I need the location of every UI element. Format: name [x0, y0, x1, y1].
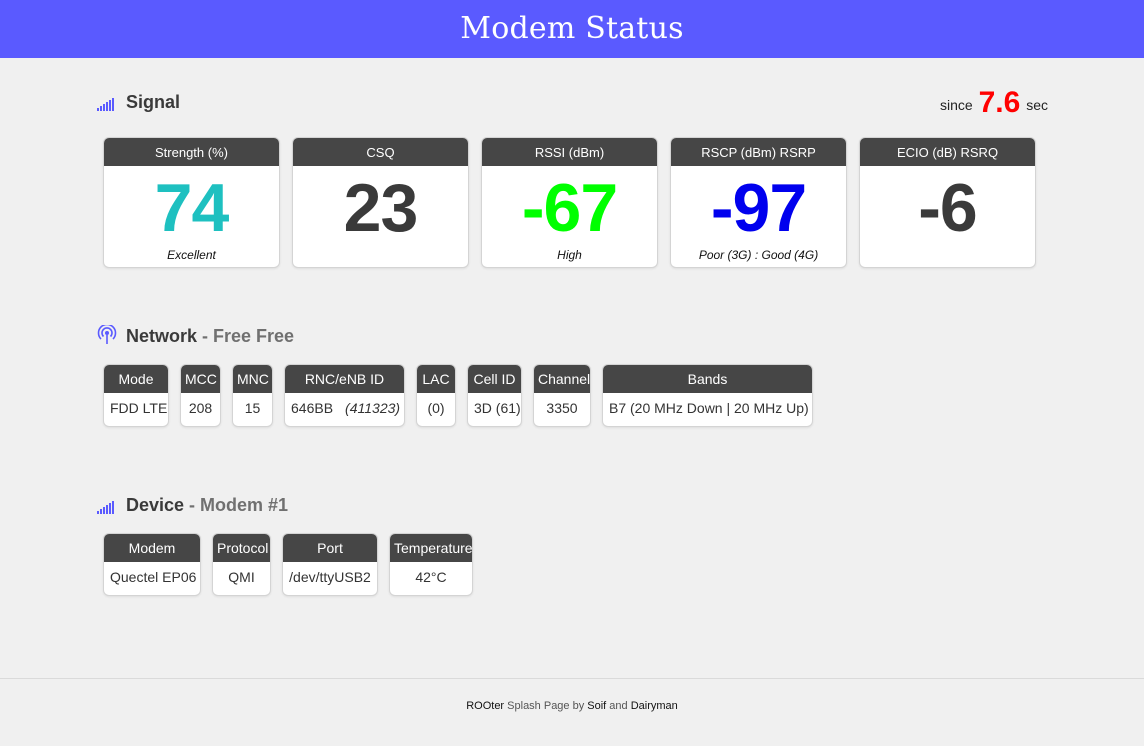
field-value: B7 (20 MHz Down | 20 MHz Up): [609, 400, 809, 416]
footer-soif-link[interactable]: Soif: [587, 700, 606, 712]
signal-cards: Strength (%) 74 Excellent CSQ 23 RSSI (d…: [103, 137, 1036, 268]
signal-card-csq: CSQ 23: [292, 137, 469, 268]
network-separator: -: [197, 326, 214, 346]
field-label: MNC: [233, 365, 272, 393]
field-label: Cell ID: [468, 365, 521, 393]
card-note: High: [557, 248, 582, 262]
field-value: 646BB: [291, 400, 334, 416]
footer: ROOter Splash Page by Soif and Dairyman: [0, 678, 1144, 746]
field-value: 42°C: [415, 569, 447, 585]
field-label: RNC/eNB ID: [285, 365, 404, 393]
signal-bars-icon: [97, 95, 117, 111]
device-section-title: Device - Modem #1: [97, 495, 288, 516]
since-suffix: sec: [1026, 97, 1048, 113]
footer-rooter-link[interactable]: ROOter: [466, 700, 504, 712]
network-section-title: Network - Free Free: [97, 324, 295, 347]
field-mcc: MCC 208: [180, 364, 221, 427]
network-fields: Mode FDD LTE MCC 208 MNC 15 RNC/eNB ID 6…: [103, 364, 813, 427]
card-note: [293, 248, 468, 264]
signal-bars-icon: [97, 498, 117, 514]
field-mnc: MNC 15: [232, 364, 273, 427]
card-value: -97: [710, 170, 807, 246]
card-note: [860, 248, 1035, 264]
field-label: Port: [283, 534, 377, 562]
field-value-group: 646BB (411323): [285, 393, 404, 423]
card-note: Poor (3G) : Good (4G): [698, 248, 819, 262]
page-title: Modem Status: [460, 11, 684, 46]
signal-section-title: Signal: [97, 92, 180, 113]
field-port: Port /dev/ttyUSB2: [282, 533, 378, 596]
signal-card-rssi: RSSI (dBm) -67 High: [481, 137, 658, 268]
signal-heading: Signal: [126, 92, 181, 112]
device-fields: Modem Quectel EP06 Protocol QMI Port /de…: [103, 533, 473, 596]
field-value: FDD LTE: [110, 400, 168, 416]
field-value: QMI: [228, 569, 255, 585]
field-modem: Modem Quectel EP06: [103, 533, 201, 596]
since-prefix: since: [940, 97, 973, 113]
card-label: CSQ: [293, 138, 468, 166]
header-bar: Modem Status: [0, 0, 1144, 58]
card-note: Excellent: [167, 248, 216, 262]
antenna-icon: [97, 324, 117, 345]
field-label: Temperature: [390, 534, 472, 562]
card-value: 23: [343, 170, 419, 246]
field-cell-id: Cell ID 3D (61): [467, 364, 522, 427]
footer-dairyman-link[interactable]: Dairyman: [631, 700, 678, 712]
field-label: Mode: [104, 365, 168, 393]
field-label: Protocol: [213, 534, 270, 562]
card-label: Strength (%): [104, 138, 279, 166]
since-value: 7.6: [978, 86, 1021, 119]
card-label: RSSI (dBm): [482, 138, 657, 166]
field-value-secondary: (411323): [345, 400, 401, 416]
field-channel: Channel 3350: [533, 364, 591, 427]
field-protocol: Protocol QMI: [212, 533, 271, 596]
device-name: Modem #1: [200, 495, 289, 515]
field-value: 208: [188, 400, 213, 416]
field-value: Quectel EP06: [110, 569, 197, 585]
field-mode: Mode FDD LTE: [103, 364, 169, 427]
card-label: ECIO (dB) RSRQ: [860, 138, 1035, 166]
field-value: 3D (61): [474, 400, 521, 416]
field-lac: LAC (0): [416, 364, 456, 427]
field-label: LAC: [417, 365, 455, 393]
signal-card-strength: Strength (%) 74 Excellent: [103, 137, 280, 268]
since-timer: since 7.6 sec: [940, 86, 1048, 120]
card-value: -6: [918, 170, 977, 246]
field-label: MCC: [181, 365, 220, 393]
field-value: 3350: [546, 400, 578, 416]
field-temperature: Temperature 42°C: [389, 533, 473, 596]
signal-card-rscp: RSCP (dBm) RSRP -97 Poor (3G) : Good (4G…: [670, 137, 847, 268]
footer-text-and: and: [606, 700, 631, 712]
field-label: Modem: [104, 534, 200, 562]
card-value: 74: [154, 170, 230, 246]
signal-card-ecio: ECIO (dB) RSRQ -6: [859, 137, 1036, 268]
field-label: Bands: [603, 365, 812, 393]
footer-text: Splash Page by: [504, 700, 588, 712]
network-operator: Free Free: [213, 326, 295, 346]
field-value: /dev/ttyUSB2: [289, 569, 371, 585]
card-label: RSCP (dBm) RSRP: [671, 138, 846, 166]
field-rnc-enb-id: RNC/eNB ID 646BB (411323): [284, 364, 405, 427]
device-separator: -: [184, 495, 201, 515]
network-heading: Network: [126, 326, 198, 346]
field-value: 15: [244, 400, 261, 416]
field-value: (0): [427, 400, 445, 416]
field-label: Channel: [534, 365, 590, 393]
device-heading: Device: [126, 495, 185, 515]
card-value: -67: [521, 170, 618, 246]
field-bands: Bands B7 (20 MHz Down | 20 MHz Up): [602, 364, 813, 427]
